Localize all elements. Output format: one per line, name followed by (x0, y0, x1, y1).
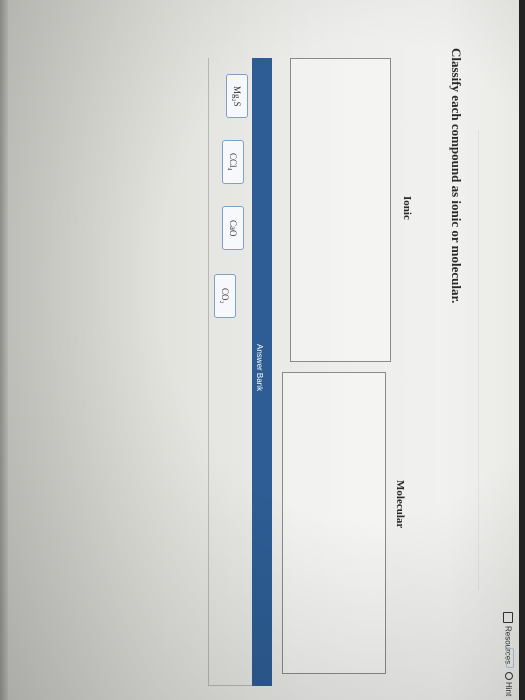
divider (478, 130, 479, 590)
hint-button[interactable]: Hint (504, 672, 513, 696)
screen: Classify each compound as ionic or molec… (0, 0, 525, 700)
nav-controls[interactable] (506, 648, 514, 668)
question-prompt: Classify each compound as ionic or molec… (449, 48, 464, 304)
lightbulb-icon (504, 672, 513, 680)
bezel-left (0, 0, 8, 700)
answer-chip-mg2s[interactable]: Mg₂S (226, 74, 248, 118)
answer-chip-co2[interactable]: CO₂ (214, 274, 236, 318)
answer-bank-label: Answer Bank (255, 344, 264, 392)
answer-chip-cao[interactable]: CaO (222, 206, 244, 250)
bezel-right (519, 0, 525, 700)
category-header-molecular: Molecular (394, 480, 406, 529)
drop-zone-ionic[interactable] (290, 58, 391, 362)
answer-chip-ccl4[interactable]: CCl₄ (222, 140, 244, 184)
drop-zone-molecular[interactable] (282, 372, 386, 674)
document-icon (503, 612, 513, 623)
category-header-ionic: Ionic (401, 196, 413, 220)
hint-label: Hint (504, 682, 513, 697)
answer-chip-label: CCl₄ (228, 153, 238, 171)
answer-chip-label: Mg₂S (232, 85, 242, 107)
answer-chip-label: CO₂ (220, 288, 230, 304)
answer-chip-label: CaO (228, 219, 238, 237)
